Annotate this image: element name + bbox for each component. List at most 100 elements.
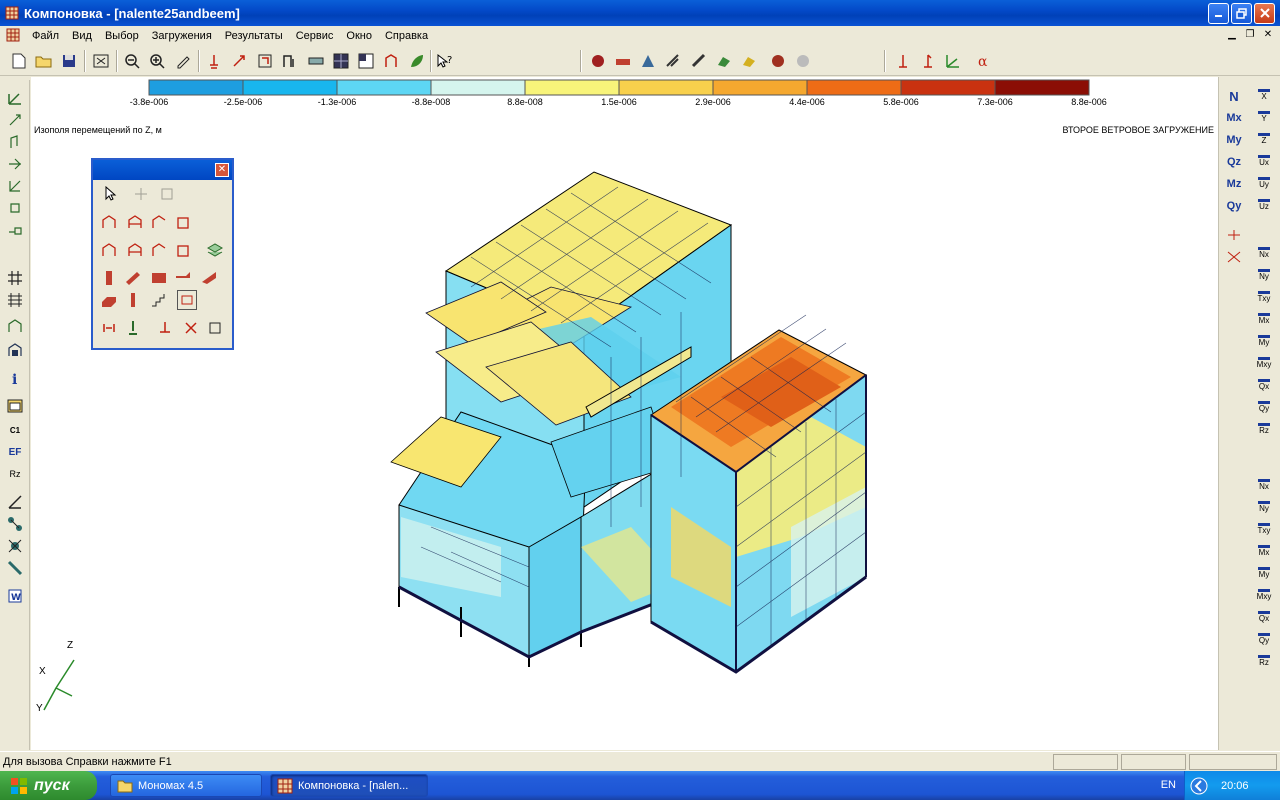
rz-icon[interactable]: Rz [4,464,26,484]
node-line-icon[interactable] [4,558,26,578]
menu-loads[interactable]: Загружения [146,26,219,46]
pencil-icon[interactable] [172,50,194,72]
result-icon-9[interactable] [792,50,814,72]
help-pointer-icon[interactable]: ? [434,50,456,72]
zoom-out-icon[interactable] [121,50,143,72]
palette-header[interactable]: ✕ [93,160,232,180]
palette-close-button[interactable]: ✕ [215,163,229,177]
result-icon-5[interactable] [688,50,710,72]
anchor-icon[interactable] [123,318,143,338]
result-button-y[interactable]: Y [1253,107,1275,127]
block-icon[interactable] [99,290,119,310]
minimize-button[interactable] [1208,2,1229,24]
result-icon-6[interactable] [713,50,735,72]
node-link-icon[interactable] [4,514,26,534]
add-area-icon[interactable] [157,184,177,204]
result-my-button[interactable]: My [1223,130,1245,150]
rotate-icon[interactable] [228,50,250,72]
support-c-icon[interactable] [205,318,225,338]
leaf-icon[interactable] [406,50,428,72]
frame-g-icon[interactable] [149,240,169,260]
result-button-ny[interactable]: Ny [1253,497,1275,517]
support-b-icon[interactable] [181,318,201,338]
result-icon-2[interactable] [612,50,634,72]
load-alt-icon[interactable] [4,340,26,360]
beam-icon[interactable] [123,268,143,288]
mdi-minimize-icon[interactable]: ▁ [1224,28,1240,42]
result-extra-b-icon[interactable] [1223,247,1245,267]
result-button-rz[interactable]: Rz [1253,419,1275,439]
alpha-icon[interactable]: α [972,50,994,72]
arch-icon[interactable] [380,50,402,72]
menu-help[interactable]: Справка [379,26,435,46]
info-icon[interactable]: i [4,368,26,388]
maximize-button[interactable] [1231,2,1252,24]
menu-results[interactable]: Результаты [219,26,290,46]
axis-icon-1[interactable] [892,50,914,72]
start-button[interactable]: пуск [0,771,97,800]
column-icon[interactable] [99,268,119,288]
slab-a-icon[interactable] [173,268,193,288]
window-icon[interactable] [4,396,26,416]
result-button-rz[interactable]: Rz [1253,651,1275,671]
result-button-nx[interactable]: Nx [1253,243,1275,263]
element-palette[interactable]: ✕ [91,158,234,350]
frame-c-icon[interactable] [149,212,169,232]
array-node-icon[interactable] [4,220,26,240]
result-button-txy[interactable]: Txy [1253,519,1275,539]
support-a-icon[interactable] [155,318,175,338]
result-button-mxy[interactable]: Mxy [1253,353,1275,373]
open-folder-icon[interactable] [33,50,55,72]
result-button-qy[interactable]: Qy [1253,397,1275,417]
support-icon[interactable] [203,50,225,72]
result-button-my[interactable]: My [1253,563,1275,583]
result-icon-4[interactable] [662,50,684,72]
rotate-node-icon[interactable] [4,154,26,174]
frame-e-icon[interactable] [99,240,119,260]
grid-lines-icon[interactable] [4,268,26,288]
mirror-node-icon[interactable] [4,176,26,196]
menu-file[interactable]: Файл [26,26,66,46]
add-node-icon[interactable] [131,184,151,204]
result-button-uy[interactable]: Uy [1253,173,1275,193]
zoom-in-icon[interactable] [146,50,168,72]
close-button[interactable] [1254,2,1275,24]
node-cross-icon[interactable] [4,536,26,556]
document-icon[interactable] [6,28,22,44]
measure-icon[interactable] [4,492,26,512]
result-button-txy[interactable]: Txy [1253,287,1275,307]
frame-h-icon[interactable] [173,240,193,260]
move-node-icon[interactable] [4,110,26,130]
wall-icon[interactable] [149,268,169,288]
menu-view[interactable]: Вид [66,26,99,46]
frame-d-icon[interactable] [173,212,193,232]
fit-view-icon[interactable] [90,50,112,72]
grid-icon[interactable] [330,50,352,72]
node-icon[interactable] [4,88,26,108]
tray-back-icon[interactable] [1189,776,1209,796]
result-button-ny[interactable]: Ny [1253,265,1275,285]
pointer-icon[interactable] [101,184,121,204]
c1-icon[interactable]: C1 [4,420,26,440]
result-button-qx[interactable]: Qx [1253,607,1275,627]
result-extra-a-icon[interactable] [1223,225,1245,245]
mdi-restore-icon[interactable]: ❐ [1242,28,1258,42]
result-button-uz[interactable]: Uz [1253,195,1275,215]
result-button-my[interactable]: My [1253,331,1275,351]
result-button-x[interactable]: X [1253,85,1275,105]
result-button-qx[interactable]: Qx [1253,375,1275,395]
result-mx-button[interactable]: Mx [1223,108,1245,128]
frame-select-icon[interactable] [254,50,276,72]
result-button-mx[interactable]: Mx [1253,309,1275,329]
taskbar-item-monomakh[interactable]: Мономах 4.5 [110,774,262,797]
slab-icon[interactable] [305,50,327,72]
result-button-nx[interactable]: Nx [1253,475,1275,495]
word-icon[interactable]: W [4,586,26,606]
menu-service[interactable]: Сервис [290,26,341,46]
result-button-z[interactable]: Z [1253,129,1275,149]
taskbar-item-komponovka[interactable]: Компоновка - [nalen... [270,774,428,797]
menu-select[interactable]: Выбор [99,26,146,46]
axes-icon[interactable] [942,50,964,72]
result-mz-button[interactable]: Mz [1223,174,1245,194]
ef-icon[interactable]: EF [4,442,26,462]
